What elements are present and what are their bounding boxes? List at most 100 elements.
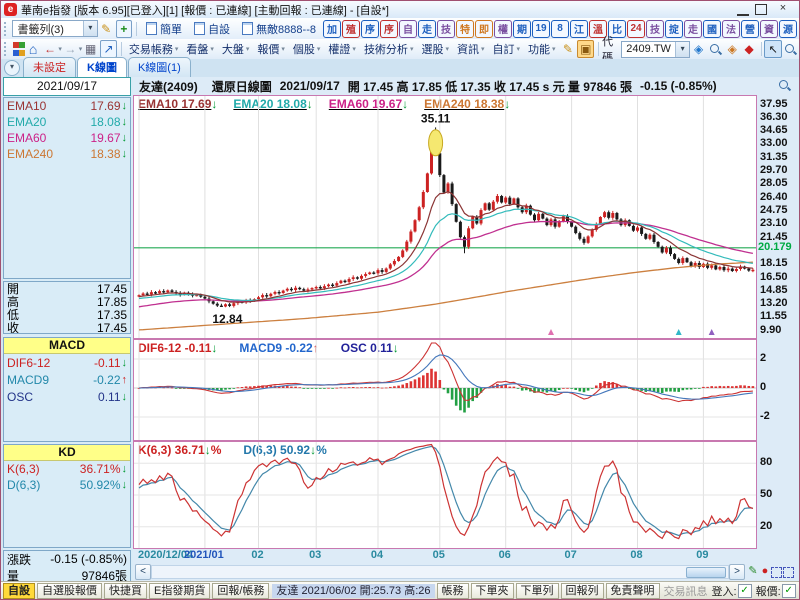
quick-shortcut-button[interactable]: 19 <box>532 20 550 38</box>
back-history-chevron[interactable]: ▾ <box>58 45 62 53</box>
event-marker-icon <box>676 329 682 335</box>
quick-shortcut-button[interactable]: 8 <box>551 20 569 38</box>
quick-shortcut-button[interactable]: 資 <box>760 20 778 38</box>
kd-panel[interactable]: K(6,3) 36.71↓%D(6,3) 50.92↓% <box>133 441 757 549</box>
edit-bookmark-icon[interactable]: ✎ <box>99 21 114 37</box>
toolbar-grip[interactable] <box>4 22 9 36</box>
add-bookmark-icon[interactable]: + <box>116 20 133 38</box>
compose-icon[interactable]: ✎ <box>561 41 576 57</box>
macd-panel[interactable]: DIF6-12 -0.11↓MACD9 -0.22↑OSC 0.11↓ <box>133 339 757 441</box>
stock-code-input[interactable]: 2409.TW ▾ <box>621 41 690 58</box>
quick-shortcut-button[interactable]: 走 <box>418 20 436 38</box>
alert-bell-icon[interactable]: ◆ <box>742 41 757 57</box>
y-axis-tick-label: 33.00 <box>760 137 788 149</box>
back-icon[interactable]: ← <box>43 41 58 57</box>
zoom-tool-icon[interactable] <box>783 41 798 57</box>
status-tab-回報/帳務[interactable]: 回報/帳務 <box>212 583 269 599</box>
tab-K線圖(1)[interactable]: K線圖(1) <box>128 57 191 77</box>
quick-shortcut-button[interactable]: 期 <box>513 20 531 38</box>
chevron-down-icon: ▾ <box>352 45 356 53</box>
chevron-down-icon[interactable]: ▾ <box>675 42 689 57</box>
quick-shortcut-button[interactable]: 源 <box>779 20 797 38</box>
zoom-in-region-icon[interactable] <box>783 567 794 578</box>
scroll-left-button[interactable]: < <box>135 564 151 580</box>
status-tab-E指發期貨[interactable]: E指發期貨 <box>149 583 210 599</box>
status-button-下單夾[interactable]: 下單夾 <box>471 583 514 599</box>
zoom-out-region-icon[interactable] <box>771 567 782 578</box>
quick-shortcut-button[interactable]: 國 <box>703 20 721 38</box>
forward-history-chevron[interactable]: ▾ <box>79 45 83 53</box>
quick-shortcut-button[interactable]: 加 <box>323 20 341 38</box>
quick-shortcut-button[interactable]: 掟 <box>665 20 683 38</box>
scrollbar-thumb[interactable] <box>686 567 726 578</box>
quick-shortcut-button[interactable]: 自 <box>399 20 417 38</box>
tab-K線圖[interactable]: K線圖 <box>77 57 127 77</box>
menu-看盤[interactable]: 看盤▾ <box>182 41 218 57</box>
popout-window-icon[interactable]: ↗ <box>100 40 117 58</box>
quick-shortcut-button[interactable]: 走 <box>684 20 702 38</box>
menu-權證[interactable]: 權證▾ <box>324 41 360 57</box>
menu-自訂[interactable]: 自訂▾ <box>488 41 524 57</box>
bookmark-page-button[interactable]: 無敵8888--8 <box>236 20 322 38</box>
main-price-chart[interactable]: EMA10 17.69↓EMA20 18.08↓EMA60 19.67↓EMA2… <box>133 95 757 339</box>
quick-shortcut-button[interactable]: 法 <box>722 20 740 38</box>
menu-資訊[interactable]: 資訊▾ <box>453 41 489 57</box>
quick-shortcut-button[interactable]: 營 <box>741 20 759 38</box>
minimize-button[interactable] <box>737 5 749 16</box>
home-icon[interactable]: ⌂ <box>26 41 41 57</box>
scrollbar-track[interactable] <box>151 565 729 579</box>
status-button-回報列[interactable]: 回報列 <box>561 583 604 599</box>
clock-icon[interactable]: ● <box>759 565 771 578</box>
menu-選股[interactable]: 選股▾ <box>417 41 453 57</box>
toolbar-grip[interactable] <box>4 42 10 56</box>
x-axis-label: 02 <box>251 549 263 561</box>
kd-tick-label: 80 <box>760 456 772 468</box>
draw-pencil-icon[interactable]: ✎ <box>747 565 759 578</box>
indicator-label: 漲跌 <box>7 551 31 568</box>
status-tab-自設[interactable]: 自設 <box>3 583 35 599</box>
quick-shortcut-button[interactable]: 序 <box>380 20 398 38</box>
forward-icon[interactable]: → <box>63 41 78 57</box>
menu-報價[interactable]: 報價▾ <box>253 41 289 57</box>
bookmark-page-button[interactable]: 簡單 <box>140 20 188 38</box>
layout-grid-icon[interactable] <box>13 42 25 56</box>
quick-shortcut-button[interactable]: 江 <box>570 20 588 38</box>
document-icon <box>242 22 253 35</box>
menu-個股[interactable]: 個股▾ <box>289 41 325 57</box>
scroll-right-button[interactable]: > <box>729 564 745 580</box>
bookmark-list-dropdown[interactable]: 書籤列(3) ▾ <box>12 20 97 37</box>
menu-技術分析[interactable]: 技術分析▾ <box>360 41 418 57</box>
status-button-帳務[interactable]: 帳務 <box>437 583 469 599</box>
status-button-下單列[interactable]: 下單列 <box>516 583 559 599</box>
bookmark-page-button[interactable]: 自設 <box>188 20 236 38</box>
search-icon[interactable] <box>708 41 723 57</box>
status-button-免責聲明[interactable]: 免責聲明 <box>606 583 660 599</box>
grab-hand-icon[interactable]: ◈ <box>725 41 740 57</box>
cursor-tool-icon[interactable]: ↖ <box>764 40 782 58</box>
menu-label: 交易帳務 <box>129 41 173 57</box>
chevron-down-icon[interactable]: ▾ <box>83 21 97 36</box>
quote-hand-icon[interactable]: ◈ <box>691 41 706 57</box>
quote-ticker: 友達 2021/06/02 開:25.73 高:26 <box>272 584 434 598</box>
magnifier-icon[interactable] <box>778 79 791 95</box>
quick-shortcut-button[interactable]: 特 <box>456 20 474 38</box>
quick-shortcut-button[interactable]: 即 <box>475 20 493 38</box>
y-axis-tick-label: 23.10 <box>760 217 788 229</box>
new-order-icon[interactable]: ▣ <box>577 40 594 58</box>
menu-大盤[interactable]: 大盤▾ <box>218 41 254 57</box>
quick-shortcut-button[interactable]: 24 <box>627 20 645 38</box>
print-icon[interactable]: ▦ <box>83 41 98 57</box>
quick-shortcut-button[interactable]: 權 <box>494 20 512 38</box>
quick-shortcut-button[interactable]: 序 <box>361 20 379 38</box>
menu-交易帳務[interactable]: 交易帳務▾ <box>125 41 183 57</box>
tab-menu-button[interactable]: ▾ <box>4 60 20 76</box>
status-tab-自選股報價[interactable]: 自選股報價 <box>37 583 102 599</box>
maximize-button[interactable] <box>755 4 767 15</box>
close-button[interactable]: × <box>773 3 793 16</box>
menu-功能[interactable]: 功能▾ <box>524 41 560 57</box>
quick-shortcut-button[interactable]: 技 <box>437 20 455 38</box>
status-tab-快捷買[interactable]: 快捷買 <box>104 583 147 599</box>
quick-shortcut-button[interactable]: 技 <box>646 20 664 38</box>
quick-shortcut-button[interactable]: 殖 <box>342 20 360 38</box>
tab-未設定[interactable]: 未設定 <box>23 57 76 77</box>
